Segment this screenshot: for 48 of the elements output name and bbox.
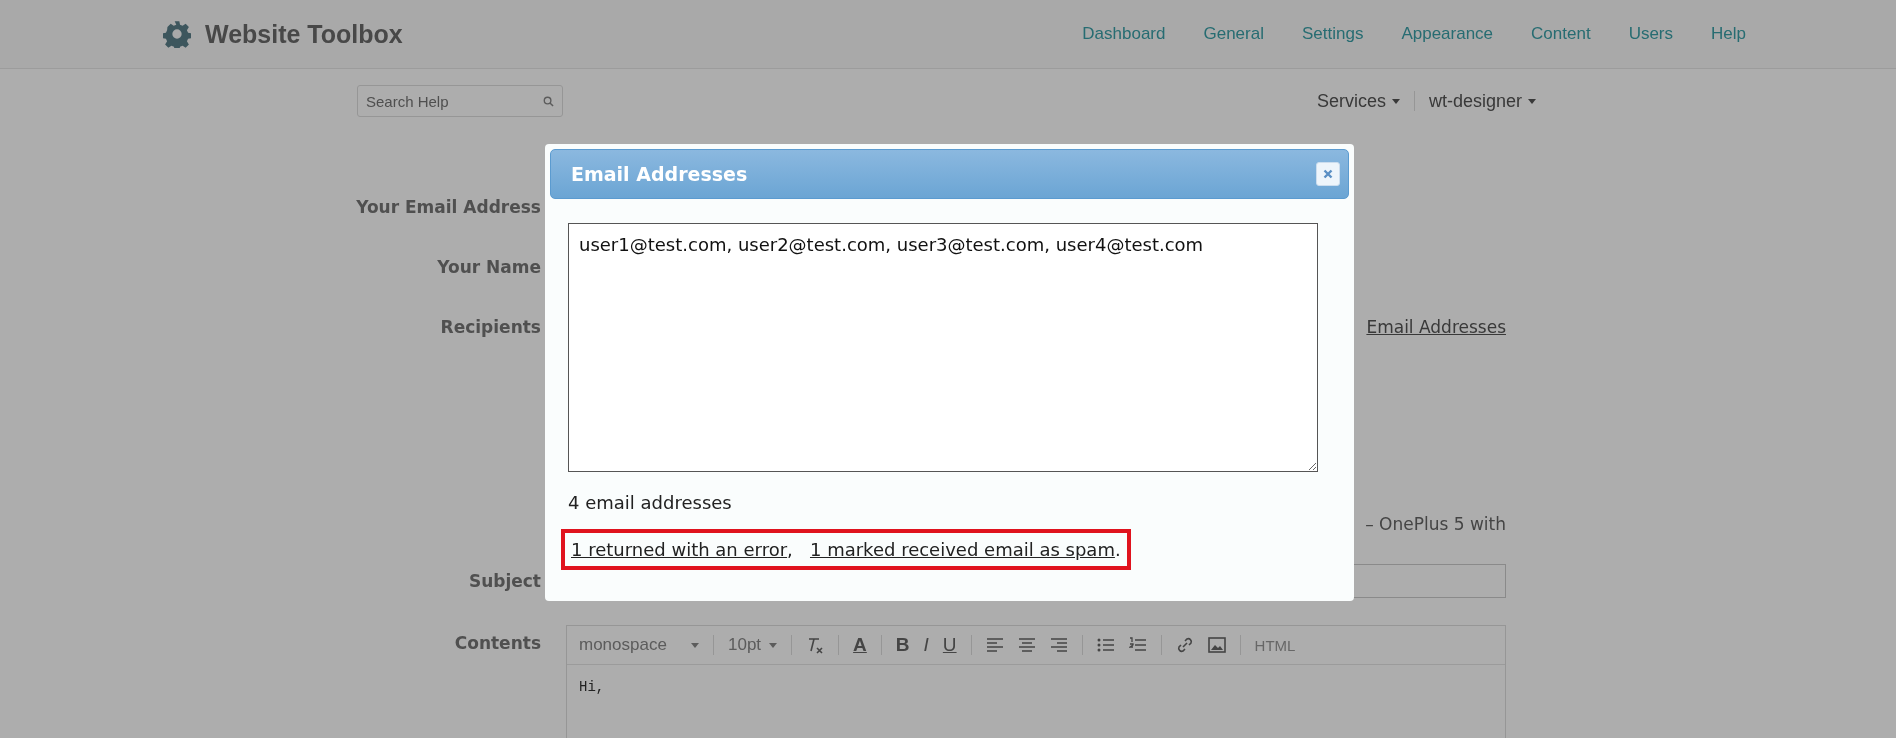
nav-link[interactable]: Content [1531, 24, 1591, 44]
font-size-dropdown[interactable]: 10pt [728, 635, 778, 655]
summary-link[interactable]: 1 marked received email as spam [810, 539, 1115, 560]
link-icon[interactable] [1175, 636, 1194, 654]
nav-link[interactable]: Help [1711, 24, 1746, 44]
caret-icon [1528, 98, 1536, 104]
format-button[interactable]: B [895, 634, 910, 656]
nav-link[interactable]: Dashboard [1082, 24, 1166, 44]
format-button[interactable]: I [923, 634, 929, 656]
close-icon [1323, 169, 1333, 179]
error-summary: 1 returned with an error, 1 marked received email as spam. [561, 529, 1131, 570]
image-icon[interactable] [1207, 637, 1226, 653]
nav-link[interactable]: General [1203, 24, 1264, 44]
caret-icon [691, 642, 699, 648]
nav-link[interactable]: Appearance [1401, 24, 1494, 44]
field-label: Recipients [439, 317, 541, 337]
search-icon [543, 96, 554, 107]
field-label: Subject [467, 571, 541, 591]
align-icon[interactable] [1017, 637, 1036, 653]
numbered-list-icon[interactable] [1128, 637, 1147, 653]
field-label: Your Name [436, 257, 541, 277]
nav-link[interactable]: Settings [1301, 24, 1364, 44]
html-button[interactable]: HTML [1254, 636, 1296, 654]
caret-icon [769, 642, 778, 648]
nav-link[interactable]: Users [1628, 24, 1674, 44]
dropdown-menu[interactable]: Services [1316, 90, 1400, 112]
dropdown-menu[interactable]: wt-designer [1428, 90, 1536, 112]
align-icon[interactable] [985, 637, 1004, 653]
close-button[interactable] [1316, 162, 1340, 186]
text-color-button[interactable]: A [853, 634, 867, 656]
address-count: 4 email addresses [568, 492, 733, 513]
font-dropdown[interactable]: monospace [579, 635, 699, 655]
align-icon[interactable] [1049, 637, 1068, 653]
email-addresses-field[interactable]: user1@test.com, user2@test.com, user3@test.com, user4@test.com [568, 223, 1318, 472]
caret-icon [1391, 98, 1400, 104]
search-field[interactable]: Search Help [357, 85, 563, 117]
dialog-title: Email Addresses [571, 163, 748, 185]
recipients-note: – OnePlus 5 with [1365, 514, 1506, 534]
summary-link[interactable]: 1 returned with an error [571, 539, 788, 560]
editor-text[interactable]: Hi, [567, 665, 1505, 709]
clear-format-icon[interactable] [806, 636, 825, 654]
format-button[interactable]: U [942, 634, 957, 656]
field-label: Your Email Address [355, 197, 541, 217]
bullet-list-icon[interactable] [1096, 637, 1115, 653]
site-logo-text[interactable]: Website Toolbox [205, 19, 403, 49]
email-addresses-link[interactable]: Email Addresses [1366, 317, 1506, 337]
field-label: Contents [453, 632, 541, 653]
gear-icon [163, 20, 191, 48]
